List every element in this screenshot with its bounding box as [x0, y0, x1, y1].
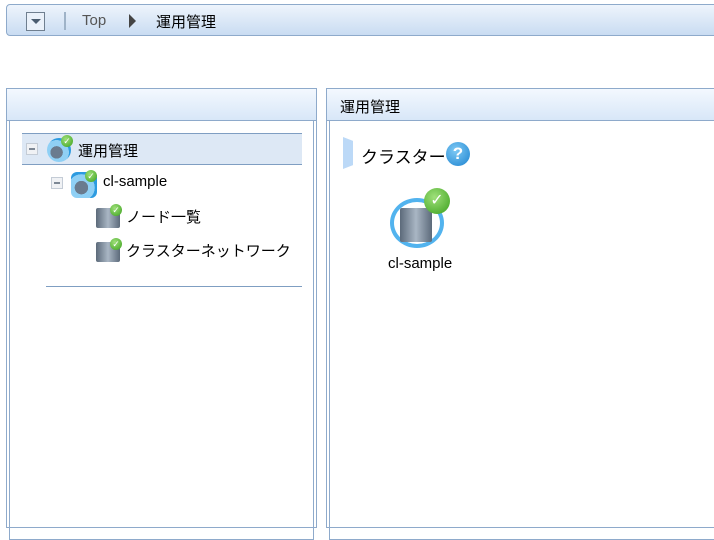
main-content [329, 120, 714, 540]
dropdown-menu-button[interactable] [26, 12, 45, 31]
tree-root-label[interactable]: 運用管理 [78, 140, 138, 161]
tree-panel-header [7, 89, 316, 121]
section-title: クラスター [361, 148, 446, 167]
help-icon[interactable]: ? [446, 142, 470, 166]
cluster-label: cl-sample [388, 255, 453, 272]
breadcrumb-top-link[interactable]: Top [82, 12, 106, 29]
breadcrumb-current: 運用管理 [156, 14, 217, 31]
divider [46, 286, 302, 287]
main-panel-header: 運用管理 [327, 89, 714, 121]
main-panel-title: 運用管理 [340, 99, 401, 116]
breadcrumb-bar: Top 運用管理 [6, 4, 714, 36]
chevron-right-icon [129, 14, 136, 28]
check-icon: ✓ [85, 170, 97, 182]
cluster-tile[interactable]: ✓ cl-sample [386, 188, 456, 273]
tree-item-node-list[interactable]: ノード一覧 [126, 206, 201, 227]
tree-cluster-label[interactable]: cl-sample [103, 173, 167, 190]
check-icon: ✓ [424, 188, 450, 214]
section-marker [343, 137, 353, 169]
collapse-toggle[interactable] [51, 177, 63, 189]
check-icon: ✓ [110, 238, 122, 250]
check-icon: ✓ [110, 204, 122, 216]
divider [64, 12, 66, 30]
tree-item-cluster-network[interactable]: クラスターネットワーク [126, 240, 291, 261]
check-icon: ✓ [61, 135, 73, 147]
server-icon [400, 208, 432, 242]
collapse-toggle[interactable] [26, 143, 38, 155]
